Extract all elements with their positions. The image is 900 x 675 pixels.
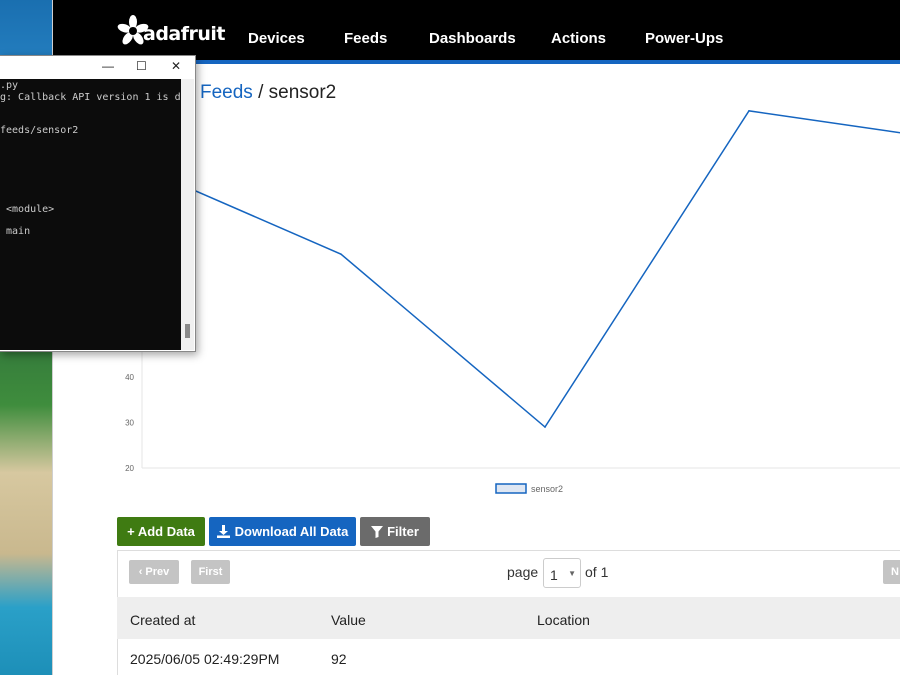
add-data-label: + Add Data — [127, 524, 195, 539]
y-tick-label: 20 — [125, 464, 134, 473]
data-point — [544, 426, 546, 428]
prev-page-button[interactable]: ‹ Prev — [129, 560, 179, 584]
data-point — [340, 253, 342, 255]
filter-label: Filter — [387, 524, 419, 539]
column-header-created-at[interactable]: Created at — [130, 612, 195, 628]
data-point — [748, 110, 750, 112]
terminal-window[interactable]: — ☐ ✕ .py g: Callback API version 1 is d… — [0, 55, 196, 352]
maximize-icon[interactable]: ☐ — [136, 59, 147, 73]
logo-text: adafruit — [143, 23, 226, 45]
terminal-line: feeds/sensor2 — [0, 125, 79, 136]
y-tick-label: 40 — [125, 373, 134, 382]
minimize-icon[interactable]: — — [102, 59, 114, 73]
download-all-data-button[interactable]: Download All Data — [209, 517, 356, 546]
caret-down-icon: ▼ — [568, 569, 576, 578]
y-tick-label: 30 — [125, 419, 134, 428]
terminal-line: main — [0, 226, 31, 237]
page-count: of 1 — [585, 564, 609, 580]
chart-svg: 20 30 40 sensor2 — [125, 104, 900, 494]
nav-dashboards[interactable]: Dashboards — [429, 30, 516, 47]
terminal-line: g: Callback API version 1 is d — [0, 92, 181, 103]
terminal-output[interactable]: .py g: Callback API version 1 is d feeds… — [0, 79, 181, 350]
nav-power-ups[interactable]: Power-Ups — [645, 30, 723, 47]
adafruit-logo[interactable]: adafruit — [117, 14, 226, 46]
filter-icon — [371, 525, 384, 538]
terminal-scrollbar[interactable] — [181, 79, 194, 350]
terminal-line: .py — [0, 80, 19, 91]
filter-button[interactable]: Filter — [360, 517, 430, 546]
next-label: N — [891, 566, 899, 578]
cell-value: 92 — [331, 651, 347, 667]
download-icon — [216, 525, 230, 538]
legend-swatch — [495, 483, 527, 494]
page-select-value: 1 — [550, 567, 558, 583]
nav-actions[interactable]: Actions — [551, 30, 606, 47]
page-label: page — [507, 564, 539, 580]
page-select[interactable]: 1 ▼ — [543, 558, 581, 588]
first-page-button[interactable]: First — [191, 560, 230, 584]
legend-label: sensor2 — [531, 484, 563, 494]
cell-created-at: 2025/06/05 02:49:29PM — [130, 651, 280, 667]
download-all-data-label: Download All Data — [234, 524, 349, 539]
feed-chart: 20 30 40 sensor2 — [113, 64, 900, 504]
series-line-sensor2 — [136, 110, 900, 429]
table-header — [117, 597, 900, 639]
scrollbar-thumb[interactable] — [185, 324, 190, 338]
terminal-line: <module> — [0, 204, 55, 215]
nav-feeds[interactable]: Feeds — [344, 30, 387, 47]
first-label: First — [198, 566, 223, 578]
next-page-button[interactable]: N — [883, 560, 900, 584]
column-header-value[interactable]: Value — [331, 612, 366, 628]
top-navigation: adafruit Devices Feeds Dashboards Action… — [53, 0, 900, 60]
add-data-button[interactable]: + Add Data — [117, 517, 205, 546]
close-icon[interactable]: ✕ — [171, 59, 181, 73]
terminal-title-bar[interactable]: — ☐ ✕ — [0, 56, 194, 79]
column-header-location[interactable]: Location — [537, 612, 590, 628]
prev-label: Prev — [145, 566, 170, 578]
chevron-left-icon: ‹ — [138, 566, 143, 578]
nav-devices[interactable]: Devices — [248, 30, 305, 47]
